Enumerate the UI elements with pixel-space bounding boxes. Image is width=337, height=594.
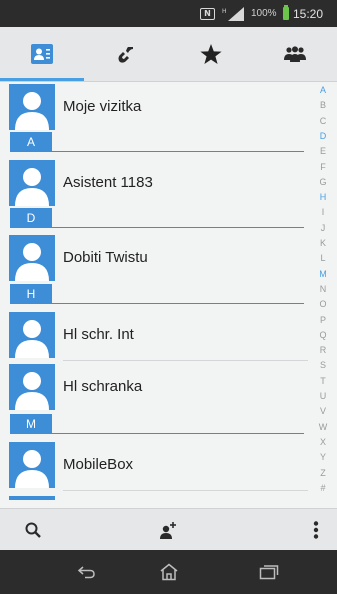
- tab-contacts[interactable]: [0, 27, 85, 81]
- section-header-m: M: [0, 414, 312, 434]
- tab-calls[interactable]: [84, 27, 168, 81]
- section-header-h: H: [0, 284, 312, 304]
- contact-name: MobileBox: [63, 456, 134, 473]
- avatar: [9, 312, 55, 358]
- phone-icon: [118, 47, 134, 63]
- alphabet-letter[interactable]: U: [313, 391, 333, 402]
- alphabet-letter[interactable]: G: [313, 177, 333, 188]
- tab-groups[interactable]: [253, 27, 337, 81]
- list-item[interactable]: MobileBox: [0, 442, 312, 492]
- group-icon: [283, 46, 306, 62]
- home-button[interactable]: [154, 558, 184, 586]
- recent-apps-icon: [259, 565, 279, 580]
- avatar: [9, 496, 55, 500]
- alphabet-letter[interactable]: L: [313, 253, 333, 264]
- status-bar: N H 100% 15:20: [0, 0, 337, 27]
- alphabet-letter[interactable]: R: [313, 345, 333, 356]
- navigation-bar: [0, 550, 337, 594]
- recent-apps-button[interactable]: [254, 558, 284, 586]
- avatar: [9, 364, 55, 410]
- alphabet-letter[interactable]: J: [313, 223, 333, 234]
- alphabet-letter[interactable]: #: [313, 483, 333, 494]
- alphabet-letter[interactable]: B: [313, 100, 333, 111]
- alphabet-letter[interactable]: T: [313, 376, 333, 387]
- list-item[interactable]: Asistent 1183: [0, 160, 312, 210]
- avatar: [9, 442, 55, 488]
- clock: 15:20: [293, 7, 324, 21]
- home-icon: [160, 563, 178, 581]
- alphabet-letter[interactable]: Q: [313, 330, 333, 341]
- alphabet-letter[interactable]: Y: [313, 452, 333, 463]
- battery-percent: 100%: [251, 8, 277, 19]
- alphabet-letter[interactable]: E: [313, 146, 333, 157]
- svg-text:H: H: [222, 8, 227, 15]
- section-header-d: D: [0, 208, 312, 228]
- back-button[interactable]: [72, 558, 102, 586]
- alphabet-letter[interactable]: S: [313, 360, 333, 371]
- battery-icon: [283, 5, 289, 20]
- nfc-icon: N: [200, 8, 215, 20]
- contact-name: Dobiti Twistu: [63, 249, 148, 266]
- add-contact-icon: [160, 522, 176, 539]
- alphabet-index[interactable]: A B C D E F G H I J K L M N O P Q R S T U V W X Y Z #: [313, 85, 333, 503]
- alphabet-letter[interactable]: V: [313, 406, 333, 417]
- list-item[interactable]: Hl schr. Int: [0, 312, 312, 362]
- alphabet-letter[interactable]: Z: [313, 468, 333, 479]
- tab-favorites[interactable]: [169, 27, 253, 81]
- alphabet-letter[interactable]: D: [313, 131, 333, 142]
- section-letter: A: [10, 132, 52, 152]
- alphabet-letter[interactable]: X: [313, 437, 333, 448]
- alphabet-letter[interactable]: W: [313, 422, 333, 433]
- tab-bar: [0, 27, 337, 82]
- section-letter: D: [10, 208, 52, 228]
- list-item[interactable]: [0, 496, 312, 500]
- alphabet-letter[interactable]: K: [313, 238, 333, 249]
- alphabet-letter[interactable]: F: [313, 162, 333, 173]
- overflow-menu-button[interactable]: [306, 509, 326, 551]
- section-letter: M: [10, 414, 52, 434]
- alphabet-letter[interactable]: N: [313, 284, 333, 295]
- alphabet-letter[interactable]: P: [313, 315, 333, 326]
- section-header-a: A: [0, 132, 312, 152]
- alphabet-letter[interactable]: H: [313, 192, 333, 203]
- add-contact-button[interactable]: [153, 509, 183, 551]
- alphabet-letter[interactable]: A: [313, 85, 333, 96]
- alphabet-letter[interactable]: C: [313, 116, 333, 127]
- list-item[interactable]: Dobiti Twistu: [0, 235, 312, 285]
- avatar: [9, 160, 55, 206]
- alphabet-letter[interactable]: O: [313, 299, 333, 310]
- avatar: [9, 235, 55, 281]
- contact-name: Hl schranka: [63, 378, 143, 395]
- avatar: [9, 84, 55, 130]
- section-letter: H: [10, 284, 52, 304]
- list-item[interactable]: Hl schranka: [0, 364, 312, 414]
- overflow-menu-icon: [313, 521, 319, 539]
- divider: [63, 360, 308, 361]
- list-item-profile[interactable]: Moje vizitka: [0, 84, 312, 134]
- back-icon: [77, 566, 95, 579]
- search-button[interactable]: [18, 509, 48, 551]
- contact-name: Asistent 1183: [63, 174, 153, 191]
- contact-card-icon: [31, 44, 54, 64]
- divider: [63, 490, 308, 491]
- action-bar: [0, 508, 337, 550]
- signal-icon: H: [222, 7, 244, 21]
- star-icon: [200, 43, 222, 64]
- contact-name: Hl schr. Int: [63, 326, 134, 343]
- contact-list[interactable]: Moje vizitka A Asistent 1183 D Dobiti Tw…: [0, 82, 337, 500]
- search-icon: [25, 522, 41, 538]
- alphabet-letter[interactable]: M: [313, 269, 333, 280]
- contact-name: Moje vizitka: [63, 98, 142, 115]
- alphabet-letter[interactable]: I: [313, 207, 333, 218]
